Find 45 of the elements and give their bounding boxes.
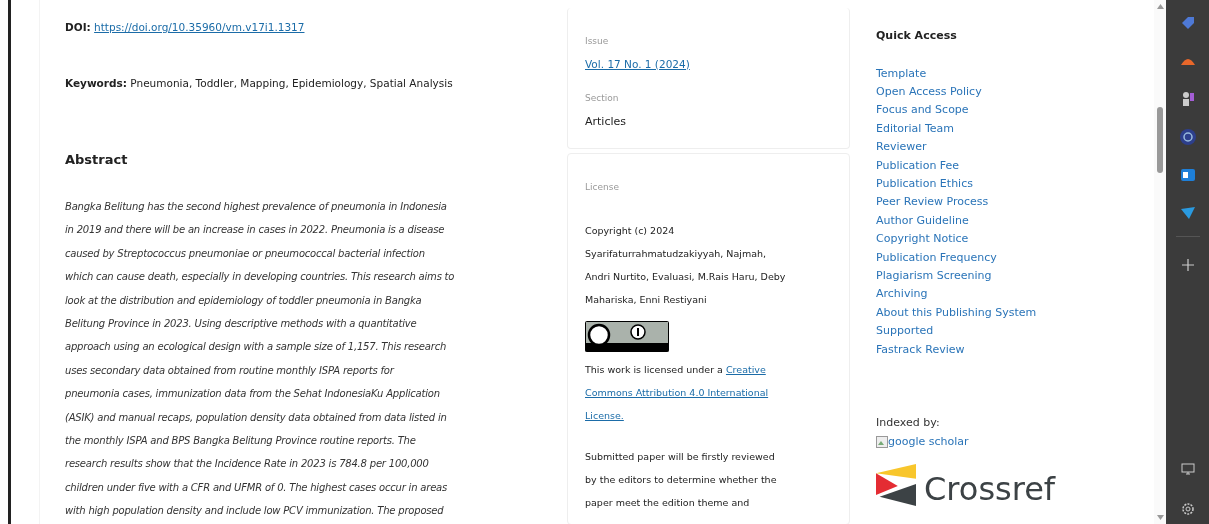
monitor-icon[interactable] xyxy=(1180,462,1195,476)
copyright-text: Copyright (c) 2024 Syarifaturrahmatudzakiyyah, Najmah, Andri Nurtito, Evaluasi, M.Rais Haru, Deby Mahariska, Enni Restiyani xyxy=(585,223,787,307)
license-text: This work is licensed under a xyxy=(585,362,724,377)
quick-access-link[interactable]: Archiving xyxy=(876,285,928,304)
license-label: License xyxy=(585,181,620,195)
section-value: Articles xyxy=(585,113,628,130)
broken-image-alt: google scholar xyxy=(888,433,969,450)
section-label: Section xyxy=(585,92,620,106)
indexed-by-label: Indexed by: xyxy=(876,415,941,431)
issue-label: Issue xyxy=(585,35,610,48)
quick-access-link[interactable]: Reviewer xyxy=(876,138,927,157)
issue-link[interactable]: Vol. 17 No. 1 (2024) xyxy=(585,56,690,73)
license-link[interactable]: License. xyxy=(585,403,624,427)
quick-access-link[interactable]: Publication Frequency xyxy=(876,248,997,267)
quick-access-link[interactable]: Author Guideline xyxy=(876,211,969,231)
doi-link[interactable]: https://doi.org/10.35960/vm.v17i1.1317 xyxy=(94,21,305,33)
scroll-down-icon[interactable] xyxy=(1156,515,1164,520)
quick-access-link[interactable]: Focus and Scope xyxy=(876,101,969,120)
review-text: Submitted paper will be firstly reviewed by the editors to determine whether the paper meet the edition theme and xyxy=(585,449,778,510)
quick-access-heading: Quick Access xyxy=(876,28,958,44)
crossref-logo-icon xyxy=(876,464,916,506)
abstract-heading: Abstract xyxy=(65,150,129,169)
quick-access-link[interactable]: Template xyxy=(876,64,927,83)
abstract-text: Bangka Belitung has the second highest prevalence of pneumonia in Indonesia in 2019 and there will be an increase in cases in 2022. Pneumonia is a disease caused by Streptococcus pneumoniae or pneumococcal bacterial infection which can cause death, especially in developing countries. This research aims to look at the distribution and epidemiology of toddler pneumonia in Bangka Belitung Province in 2023. Using descriptive methods with a quantitative approach using an ecological design with a sample size of 1,157. This research uses secondary data obtained from routine monthly ISPA reports for pneumonia cases, immunization data from the Sehat IndonesiaKu Application (ASIK) and manual recaps, population density data obtained from data listed in the monthly ISPA and BPS Bangka Belitung Province routine reports. The research results show that the Incidence Rate in 2023 is 784.8 per 100,000 children under five with a CFR and UFMR of 0. The highest cases occur in areas with high population density and include low PCV immunization. The proposed xyxy=(65,200,456,519)
license-link[interactable]: Creative xyxy=(725,357,766,381)
quick-access-link[interactable]: Editorial Team xyxy=(876,119,954,139)
cc-by-badge-icon[interactable] xyxy=(585,320,669,352)
scroll-up-icon[interactable] xyxy=(1156,4,1164,9)
quick-access-link[interactable]: Peer Review Process xyxy=(876,193,989,212)
license-link[interactable]: Commons Attribution 4.0 International xyxy=(585,380,769,404)
quick-access-link[interactable]: Copyright Notice xyxy=(876,230,969,249)
broken-image-icon xyxy=(876,435,888,448)
quick-access-link[interactable]: Publication Ethics xyxy=(876,174,973,194)
keywords-text: Keywords: Pneumonia, Toddler, Mapping, Epidemiology, Spatial Analysis xyxy=(65,75,454,91)
crossref-wordmark: Crossref xyxy=(924,472,1056,506)
add-icon[interactable] xyxy=(1181,259,1194,271)
quick-access-link[interactable]: Publication Fee xyxy=(876,156,960,175)
quick-access-link[interactable]: Supported xyxy=(876,322,934,341)
settings-icon[interactable] xyxy=(1180,502,1195,516)
scrollbar-thumb[interactable] xyxy=(1157,107,1163,173)
quick-access-link[interactable]: Plagiarism Screening xyxy=(876,266,992,286)
quick-access-link[interactable]: Fastrack Review xyxy=(876,340,965,359)
doi-line: DOI: https://doi.org/10.35960/vm.v17i1.1317 xyxy=(65,20,306,35)
quick-access-link[interactable]: Open Access Policy xyxy=(876,82,982,102)
quick-access-link[interactable]: About this Publishing System xyxy=(876,303,1037,323)
